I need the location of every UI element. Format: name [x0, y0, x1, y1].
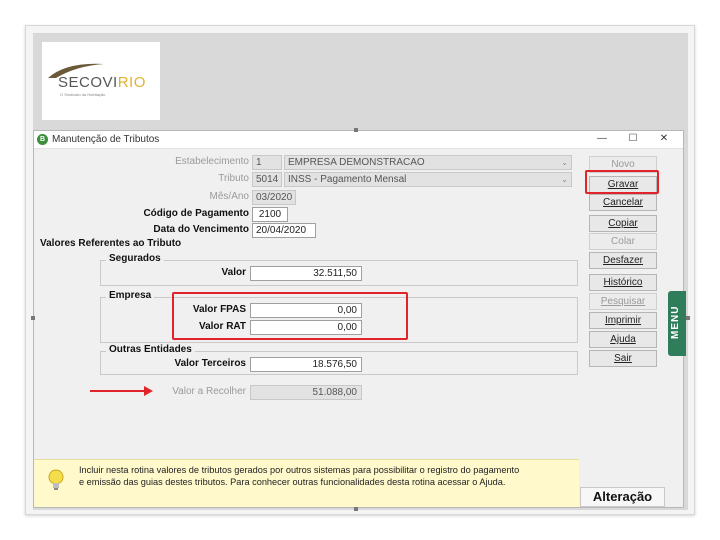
chevron-down-icon: ⌄	[561, 158, 568, 167]
mes-ano-label: Mês/Ano	[209, 191, 249, 202]
logo-brand: SECOVIRIO	[58, 74, 146, 91]
info-bar: Incluir nesta rotina valores de tributos…	[34, 459, 579, 507]
outras-entidades-title: Outras Entidades	[106, 344, 195, 355]
segurados-valor-input[interactable]: 32.511,50	[250, 266, 362, 281]
maximize-button[interactable]: ☐	[620, 133, 646, 146]
close-button[interactable]: ✕	[651, 133, 677, 146]
selection-handle	[686, 316, 690, 320]
estabelecimento-name: EMPRESA DEMONSTRACAO	[288, 157, 425, 168]
chevron-down-icon: ⌄	[561, 175, 568, 184]
terceiros-input[interactable]: 18.576,50	[250, 357, 362, 372]
tributo-label: Tributo	[218, 173, 249, 184]
arrow-right-icon	[90, 386, 153, 396]
codigo-pagamento-input[interactable]: 2100	[252, 207, 288, 222]
mes-ano-field: 03/2020	[252, 190, 296, 205]
info-text: Incluir nesta rotina valores de tributos…	[79, 464, 574, 488]
valor-recolher-label: Valor a Recolher	[172, 386, 246, 397]
sair-button[interactable]: Sair	[589, 350, 657, 367]
estabelecimento-code-field: 1	[252, 155, 282, 170]
selection-handle	[354, 128, 358, 132]
ajuda-button[interactable]: Ajuda	[589, 331, 657, 348]
secovi-logo: SECOVIRIO O Sindicato da Habitação	[42, 42, 160, 120]
data-vencimento-input[interactable]: 20/04/2020	[252, 223, 316, 238]
info-line-2: e emissão das guias destes tributos. Par…	[79, 477, 506, 487]
window-title: Manutenção de Tributos	[52, 134, 160, 145]
segurados-title: Segurados	[106, 253, 164, 264]
valor-recolher-field: 51.088,00	[250, 385, 362, 400]
segurados-valor-label: Valor	[221, 267, 246, 278]
menu-tab[interactable]: MENU	[668, 291, 686, 356]
pesquisar-button[interactable]: Pesquisar	[589, 293, 657, 310]
terceiros-label: Valor Terceiros	[174, 358, 246, 369]
cancelar-button[interactable]: Cancelar	[589, 194, 657, 211]
desfazer-button[interactable]: Desfazer	[589, 252, 657, 269]
selection-handle	[31, 316, 35, 320]
copiar-button[interactable]: Copiar	[589, 215, 657, 232]
colar-button[interactable]: Colar	[589, 233, 657, 250]
historico-button[interactable]: Histórico	[589, 274, 657, 291]
minimize-button[interactable]: —	[589, 133, 615, 146]
valores-section-title: Valores Referentes ao Tributo	[40, 238, 182, 249]
tributo-code-field: 5014	[252, 172, 282, 187]
codigo-pagamento-label: Código de Pagamento	[143, 208, 249, 219]
info-line-1: Incluir nesta rotina valores de tributos…	[79, 465, 520, 475]
empresa-title: Empresa	[106, 290, 155, 301]
imprimir-button[interactable]: Imprimir	[589, 312, 657, 329]
lightbulb-icon	[48, 469, 64, 490]
menu-tab-label: MENU	[670, 305, 681, 339]
tributo-select: INSS - Pagamento Mensal ⌄	[284, 172, 572, 187]
data-vencimento-label: Data do Vencimento	[153, 224, 249, 235]
title-bar: B Manutenção de Tributos — ☐ ✕	[34, 131, 683, 149]
estabelecimento-label: Estabelecimento	[175, 156, 249, 167]
tributo-name: INSS - Pagamento Mensal	[288, 174, 407, 185]
app-icon: B	[37, 134, 48, 145]
empresa-highlight-box	[172, 292, 408, 340]
selection-handle	[354, 507, 358, 511]
gravar-highlight-box	[585, 170, 659, 194]
logo-tagline: O Sindicato da Habitação	[60, 92, 106, 97]
estabelecimento-select: EMPRESA DEMONSTRACAO ⌄	[284, 155, 572, 170]
status-indicator: Alteração	[580, 487, 665, 507]
